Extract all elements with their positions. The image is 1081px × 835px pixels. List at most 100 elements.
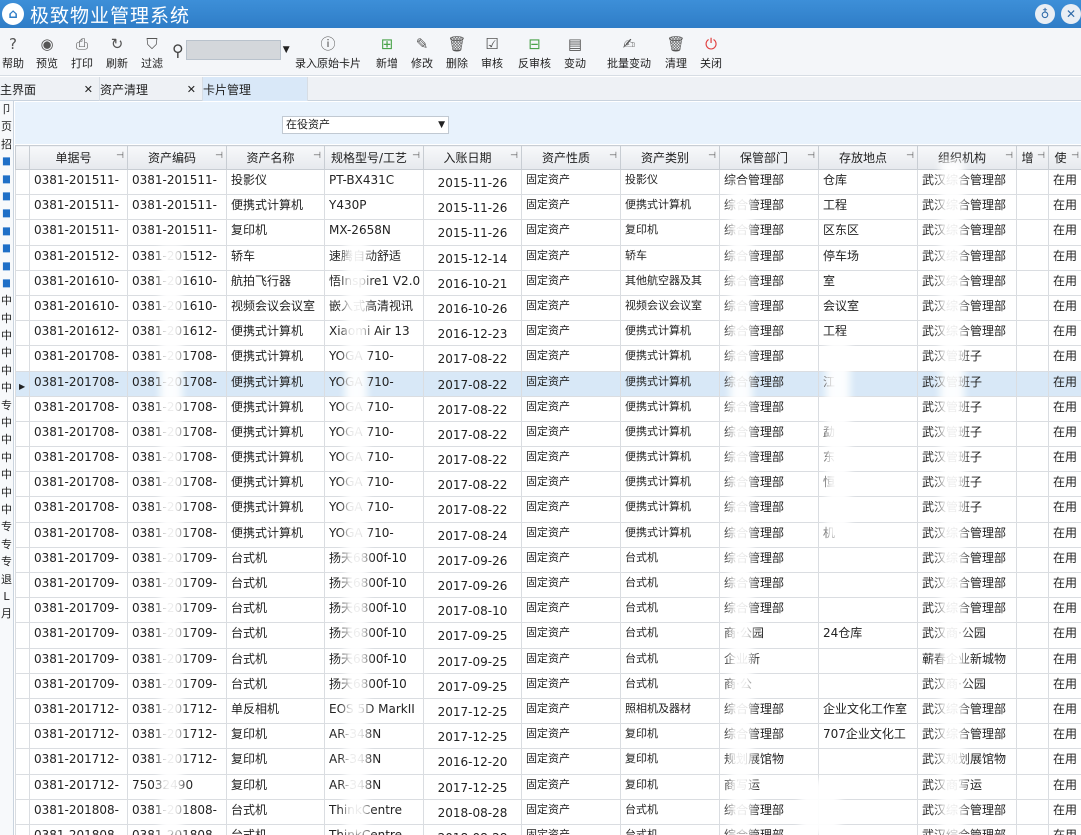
add-button[interactable]: ⊞ 新增 (376, 34, 398, 71)
table-row[interactable]: 0381-201808-0381-201808-台式机ThinkCentre20… (15, 798, 1081, 825)
column-header[interactable]: 规格型号/工艺 ⊣ (324, 145, 424, 170)
tree-node[interactable]: 中 (0, 327, 13, 344)
close-icon[interactable]: ✕ (84, 83, 93, 96)
folder-icon[interactable]: ▆ (0, 240, 13, 257)
pin-icon[interactable]: ⊣ (906, 151, 914, 161)
delete-button[interactable]: 🗑 删除 (446, 34, 468, 71)
search-input[interactable] (185, 40, 281, 60)
row-indicator[interactable] (15, 320, 30, 347)
tree-node[interactable]: L (0, 588, 13, 605)
row-indicator[interactable] (15, 244, 30, 271)
column-header[interactable]: 增 ⊣ (1016, 145, 1049, 170)
table-row[interactable]: 0381-201610- 0381-201610- 视频会议会议室 嵌入式高清视讯 20… (15, 294, 1081, 322)
tree-node[interactable]: 退 (0, 571, 13, 588)
row-indicator[interactable] (15, 395, 30, 422)
table-row[interactable]: 0381-201708- 0381-201708- 便携式计算机 YOGA 710- 2… (15, 420, 1081, 448)
row-indicator[interactable] (15, 773, 30, 800)
tree-node[interactable]: 卩 (0, 101, 13, 118)
tree-node[interactable]: 中 (0, 414, 13, 431)
close-icon[interactable]: ✕ (187, 83, 196, 96)
table-row[interactable]: 0381-201712- 0381-201712- 复印机 AR-348N 2017-1… (15, 723, 1081, 750)
row-indicator[interactable] (15, 748, 30, 775)
change-button[interactable]: ▤ 变动 (564, 34, 586, 71)
pin-icon[interactable]: ⊣ (708, 151, 716, 161)
refresh-button[interactable]: ↻ 刷新 (106, 34, 128, 71)
pin-icon[interactable]: ⊣ (510, 151, 518, 161)
column-header[interactable]: 保管部门 ⊣ (719, 145, 819, 170)
tree-node[interactable]: 中 (0, 431, 13, 448)
table-row[interactable]: 0381-201610- 0381-201610- 航拍飞行器 悟Inspire1 V… (15, 269, 1081, 296)
tree-node[interactable]: 页 (0, 118, 13, 135)
pin-icon[interactable]: ⊣ (609, 151, 617, 161)
close-button[interactable]: ⏻ 关闭 (700, 34, 722, 71)
folder-icon[interactable]: ▆ (0, 153, 13, 170)
column-header[interactable]: 存放地点 ⊣ (818, 145, 918, 170)
batch-change-button[interactable]: ✍ 批量变动 (607, 34, 651, 71)
tree-node[interactable]: 中 (0, 484, 13, 501)
row-indicator[interactable] (15, 647, 30, 674)
tree-node[interactable]: 专 (0, 553, 13, 570)
row-indicator[interactable] (15, 345, 30, 372)
pin-icon[interactable]: ⊣ (1005, 151, 1013, 161)
edit-button[interactable]: ✎ 修改 (411, 34, 433, 71)
table-row[interactable]: 0381-201708- 0381-201708- 便携式计算机 YOGA 710- 2… (15, 345, 1081, 372)
tree-node[interactable]: 中 (0, 292, 13, 309)
column-header[interactable]: 入账日期 ⊣ (423, 145, 522, 170)
table-row[interactable]: 0381-201512- 0381-201512- 轿车 速腾自动舒适 2015-12-… (15, 244, 1081, 271)
print-button[interactable]: ⎙ 打印 (71, 34, 93, 71)
table-row[interactable]: 0381-201708- 0381-201708- 便携式计算机 YOGA 710- 2… (15, 446, 1081, 473)
tree-node[interactable]: 专 (0, 397, 13, 414)
table-row[interactable]: 0381-201708- 0381-201708- 便携式计算机 YOGA 710- 2… (15, 496, 1081, 523)
table-row[interactable]: 0381-201708- 0381-201708- 便携式计算机 YOGA 710- 2… (15, 395, 1081, 422)
pin-icon[interactable]: ⊣ (215, 151, 223, 161)
chevron-down-icon[interactable]: ▼ (283, 45, 290, 55)
column-header[interactable]: 组织机构 ⊣ (917, 145, 1017, 170)
row-indicator[interactable] (15, 546, 30, 574)
row-indicator[interactable] (15, 723, 30, 750)
row-indicator[interactable] (15, 420, 30, 448)
table-row[interactable]: 0381-201708- 0381-201708- 便携式计算机 YOGA 710- 2… (15, 471, 1081, 498)
tab-1[interactable]: 资产清理 ✕ (100, 77, 203, 101)
tree-node[interactable]: 月 (0, 605, 13, 622)
folder-icon[interactable]: ▆ (0, 258, 13, 275)
table-row[interactable]: 0381-201709- 0381-201709- 台式机 扬天6800f-10 201… (15, 672, 1081, 699)
table-row[interactable]: ▶ 0381-201708- 0381-201708- 便携式计算机 YOGA 710-… (15, 370, 1081, 397)
preview-button[interactable]: ◉ 预览 (36, 34, 58, 71)
pin-icon[interactable]: ⊣ (116, 151, 124, 161)
table-row[interactable]: 0381-201712- 0381-201712- 复印机 AR-348N 2016-1… (15, 748, 1081, 775)
row-indicator[interactable] (15, 496, 30, 523)
row-indicator[interactable] (15, 521, 30, 548)
table-row[interactable]: 0381-201709- 0381-201709- 台式机 扬天6800f-10 201… (15, 571, 1081, 599)
column-header[interactable]: 使 ⊣ (1048, 145, 1081, 170)
tree-node[interactable]: 中 (0, 449, 13, 466)
tab-2[interactable]: 卡片管理 (203, 77, 308, 101)
row-indicator[interactable] (15, 798, 30, 825)
table-row[interactable]: 0381-201511- 0381-201511- 投影仪 PT-BX431C 2015… (15, 168, 1081, 196)
row-indicator[interactable] (15, 294, 30, 322)
row-indicator[interactable] (15, 471, 30, 498)
row-indicator[interactable] (15, 168, 30, 196)
table-row[interactable]: 0381-201709- 0381-201709- 台式机 扬天6800f-10 201… (15, 597, 1081, 624)
pin-icon[interactable]: ⊣ (807, 151, 815, 161)
column-header[interactable]: 资产名称 ⊣ (226, 145, 325, 170)
row-indicator[interactable] (15, 571, 30, 599)
clear-button[interactable]: 🗑 清理 (665, 34, 687, 71)
asset-status-select[interactable]: 在役资产 ▼ (282, 116, 449, 134)
row-indicator[interactable] (15, 194, 30, 221)
row-indicator[interactable] (15, 672, 30, 699)
table-row[interactable]: 0381-201511- 0381-201511- 便携式计算机 Y430P 2015-… (15, 194, 1081, 221)
folder-icon[interactable]: ▆ (0, 275, 13, 292)
tree-node[interactable]: 专 (0, 536, 13, 553)
table-row[interactable]: 0381-201808-0381-201808-台式机ThinkCentre20… (15, 823, 1081, 835)
tree-node[interactable]: 中 (0, 379, 13, 396)
help-button[interactable]: ? 帮助 (2, 34, 24, 71)
folder-icon[interactable]: ▆ (0, 223, 13, 240)
tree-node[interactable]: 中 (0, 501, 13, 518)
row-indicator[interactable]: ▶ (15, 370, 30, 397)
table-row[interactable]: 0381-201709- 0381-201709- 台式机 扬天6800f-10 201… (15, 546, 1081, 574)
folder-icon[interactable]: ▆ (0, 205, 13, 222)
pin-icon[interactable]: ⊣ (1071, 151, 1079, 161)
column-header[interactable]: 单据号 ⊣ (29, 145, 128, 170)
table-row[interactable]: 0381-201712- 0381-201712- 单反相机 EOS 5D MarkI… (15, 697, 1081, 725)
approve-button[interactable]: ☑ 审核 (481, 34, 503, 71)
